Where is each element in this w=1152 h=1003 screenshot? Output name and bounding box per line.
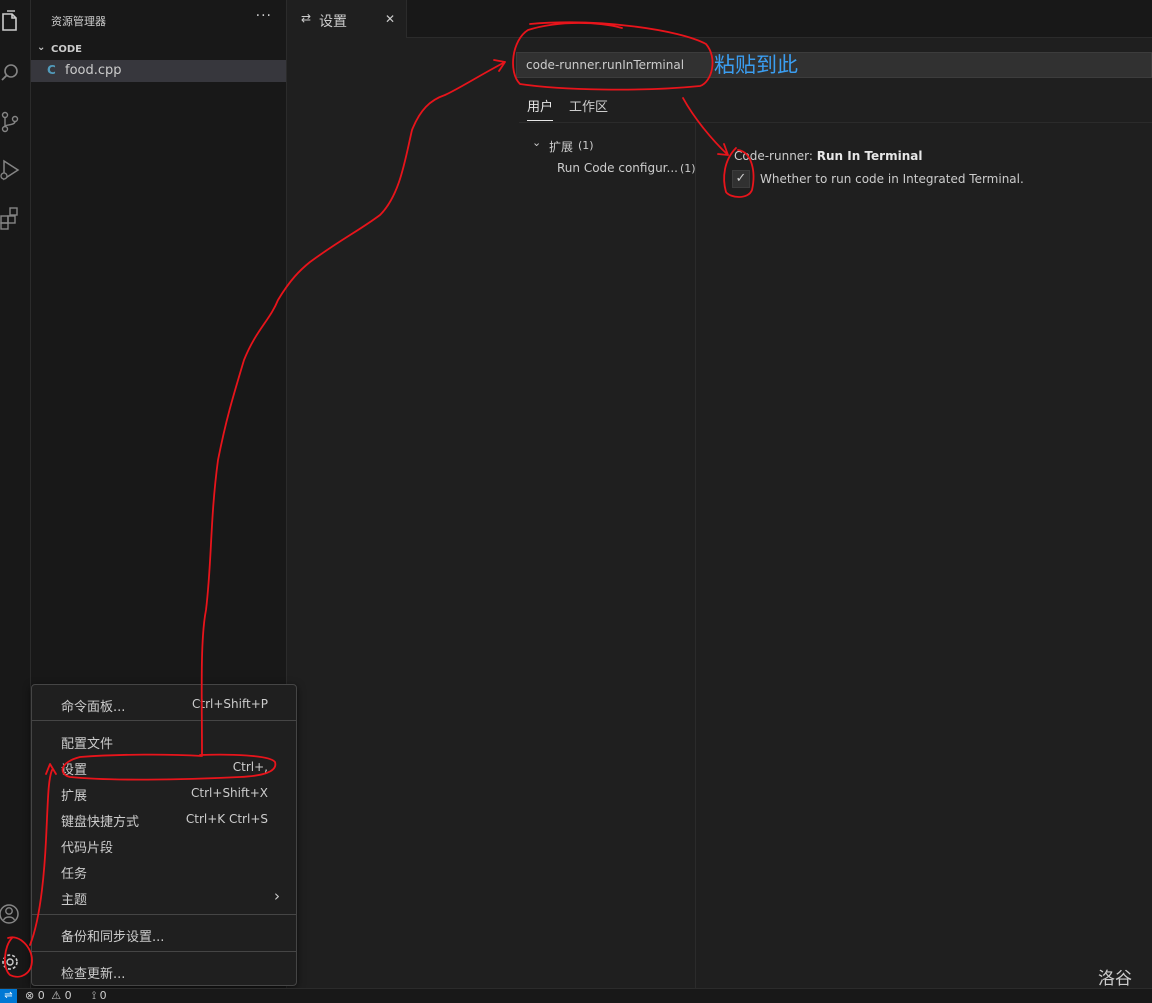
ports-count: 0	[99, 989, 107, 1002]
account-icon[interactable]	[0, 902, 22, 928]
manage-gear-icon[interactable]	[0, 950, 22, 976]
file-item-food-cpp[interactable]: C food.cpp	[31, 60, 286, 82]
setting-description: Whether to run code in Integrated Termin…	[760, 172, 1024, 186]
menu-item-label: 主题	[61, 893, 88, 908]
menu-item-label: 检查更新...	[61, 967, 126, 982]
tab-label: 设置	[319, 14, 347, 30]
problems-status[interactable]: ⊗ 0 ⚠ 0	[25, 989, 72, 1003]
activity-bar	[0, 0, 31, 988]
menu-item-label: 代码片段	[61, 841, 114, 856]
menu-item-check-updates[interactable]: 检查更新...	[32, 959, 296, 983]
menu-item-label: 任务	[61, 867, 88, 882]
status-bar: ⇌ ⊗ 0 ⚠ 0 ⟟ 0	[0, 988, 1152, 1003]
watermark: 洛谷	[1098, 969, 1132, 989]
search-value: code-runner.runInTerminal	[526, 58, 685, 72]
menu-item-command-palette[interactable]: 命令面板... Ctrl+Shift+P	[32, 692, 296, 716]
chevron-down-icon: ⌄	[532, 136, 542, 149]
run-debug-icon[interactable]	[0, 158, 22, 184]
setting-title: Code-runner: Run In Terminal	[734, 149, 922, 163]
folder-name: CODE	[51, 44, 82, 55]
toc-group-label: 扩展	[549, 140, 574, 154]
menu-item-label: 键盘快捷方式	[61, 815, 140, 830]
settings-scope-tabs: 用户 工作区	[519, 94, 1152, 123]
toc-item-run-code[interactable]: Run Code configur... (1)	[519, 159, 696, 179]
ports-status[interactable]: ⟟ 0	[92, 989, 107, 1003]
menu-item-shortcut: Ctrl+,	[232, 760, 268, 774]
run-in-terminal-checkbox[interactable]: ✓	[732, 170, 750, 188]
error-icon: ⊗	[25, 989, 35, 1002]
chevron-down-icon: ⌄	[37, 42, 46, 53]
broadcast-icon: ⟟	[92, 989, 97, 1002]
tab-workspace[interactable]: 工作区	[569, 96, 608, 115]
menu-item-shortcut: Ctrl+Shift+X	[191, 786, 268, 800]
menu-item-snippets[interactable]: 代码片段	[32, 833, 296, 857]
manage-menu: 命令面板... Ctrl+Shift+P 配置文件 设置 Ctrl+, 扩展 C…	[31, 684, 297, 986]
toc-item-label: Run Code configur...	[557, 161, 678, 175]
menu-item-extensions[interactable]: 扩展 Ctrl+Shift+X	[32, 781, 296, 805]
menu-item-themes[interactable]: 主题 ›	[32, 885, 296, 909]
chevron-right-icon: ›	[274, 887, 280, 905]
menu-separator	[32, 720, 296, 721]
menu-separator	[32, 951, 296, 952]
extensions-icon[interactable]	[0, 206, 22, 232]
warning-count: 0	[64, 989, 72, 1002]
warning-icon: ⚠	[51, 989, 62, 1002]
toc-group-extensions[interactable]: ⌄ 扩展 (1)	[519, 136, 695, 156]
menu-item-profiles[interactable]: 配置文件	[32, 729, 296, 753]
toc-group-count: (1)	[578, 139, 594, 152]
menu-item-backup-sync[interactable]: 备份和同步设置...	[32, 922, 296, 946]
setting-category: Code-runner:	[734, 149, 817, 163]
remote-indicator-icon[interactable]: ⇌	[0, 989, 17, 1003]
explorer-icon[interactable]	[0, 10, 22, 36]
menu-item-tasks[interactable]: 任务	[32, 859, 296, 883]
menu-item-label: 设置	[61, 763, 88, 778]
menu-item-label: 命令面板...	[61, 700, 126, 715]
setting-name: Run In Terminal	[816, 149, 923, 163]
menu-item-label: 备份和同步设置...	[61, 930, 165, 945]
error-count: 0	[37, 989, 45, 1002]
more-actions-icon[interactable]: ···	[256, 8, 272, 24]
settings-search-input[interactable]: code-runner.runInTerminal	[516, 52, 1152, 78]
toc-item-count: (1)	[680, 162, 696, 175]
paste-here-annotation: 粘贴到此	[714, 53, 798, 77]
editor-tab-bar: ⇄ 设置 ✕	[287, 0, 1152, 38]
menu-item-shortcut: Ctrl+Shift+P	[192, 697, 268, 711]
close-icon[interactable]: ✕	[385, 12, 395, 26]
settings-tab-icon: ⇄	[301, 11, 312, 25]
tab-user[interactable]: 用户	[527, 96, 554, 121]
menu-separator	[32, 914, 296, 915]
search-icon[interactable]	[0, 60, 22, 86]
menu-item-label: 扩展	[61, 789, 88, 804]
menu-item-label: 配置文件	[61, 737, 114, 752]
source-control-icon[interactable]	[0, 110, 22, 136]
menu-item-shortcut: Ctrl+K Ctrl+S	[185, 812, 268, 826]
folder-header-code[interactable]: ⌄ CODE	[31, 40, 286, 58]
cpp-file-icon: C	[47, 63, 56, 77]
tab-settings[interactable]: ⇄ 设置 ✕	[287, 0, 407, 38]
toc-divider	[695, 122, 696, 988]
file-name: food.cpp	[65, 63, 122, 78]
explorer-title: 资源管理器	[51, 15, 106, 28]
menu-item-keyboard-shortcuts[interactable]: 键盘快捷方式 Ctrl+K Ctrl+S	[32, 807, 296, 831]
menu-item-settings[interactable]: 设置 Ctrl+,	[32, 755, 296, 779]
